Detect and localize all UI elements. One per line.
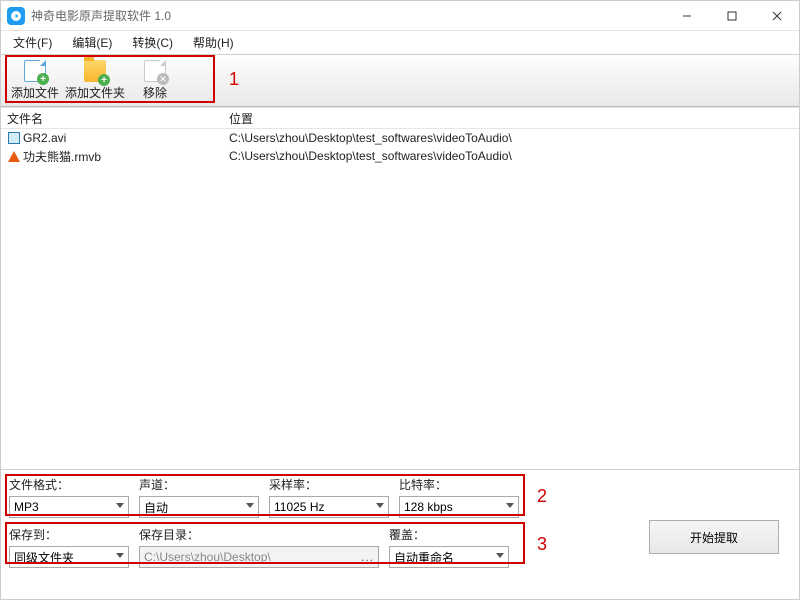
channel-label: 声道： xyxy=(139,476,259,493)
menu-file[interactable]: 文件(F) xyxy=(7,32,58,53)
samplerate-select[interactable]: 11025 Hz xyxy=(269,496,389,518)
format-label: 文件格式： xyxy=(9,476,129,493)
chevron-down-icon xyxy=(496,553,504,558)
toolbar: + 添加文件 + 添加文件夹 ✕ 移除 xyxy=(1,55,799,107)
saveto-select[interactable]: 同级文件夹 xyxy=(9,546,129,568)
table-row[interactable]: GR2.avi C:\Users\zhou\Desktop\test_softw… xyxy=(1,129,799,147)
window-title: 神奇电影原声提取软件 1.0 xyxy=(31,7,171,24)
col-filename[interactable]: 文件名 xyxy=(1,110,223,127)
folder-add-icon: + xyxy=(84,60,106,82)
savedir-input[interactable]: C:\Users\zhou\Desktop\... xyxy=(139,546,379,568)
bitrate-label: 比特率： xyxy=(399,476,519,493)
saveto-label: 保存到： xyxy=(9,526,129,543)
annotation-number-2: 2 xyxy=(537,486,547,507)
menu-help[interactable]: 帮助(H) xyxy=(187,32,240,53)
annotation-number-3: 3 xyxy=(537,534,547,555)
chevron-down-icon xyxy=(116,503,124,508)
file-add-icon: + xyxy=(24,60,46,82)
menu-edit[interactable]: 编辑(E) xyxy=(66,32,118,53)
add-folder-label: 添加文件夹 xyxy=(65,84,125,101)
start-extract-button[interactable]: 开始提取 xyxy=(649,520,779,554)
col-path[interactable]: 位置 xyxy=(223,110,799,127)
file-path: C:\Users\zhou\Desktop\test_softwares\vid… xyxy=(223,131,799,145)
add-file-label: 添加文件 xyxy=(11,84,59,101)
table-row[interactable]: 功夫熊猫.rmvb C:\Users\zhou\Desktop\test_sof… xyxy=(1,147,799,165)
chevron-down-icon xyxy=(246,503,254,508)
file-list: GR2.avi C:\Users\zhou\Desktop\test_softw… xyxy=(1,129,799,469)
chevron-down-icon xyxy=(506,503,514,508)
remove-label: 移除 xyxy=(143,84,167,101)
add-file-button[interactable]: + 添加文件 xyxy=(7,57,63,105)
annotation-number-1: 1 xyxy=(229,69,239,90)
settings-panel: 文件格式： MP3 声道： 自动 采样率： 11025 Hz 比特率： 128 … xyxy=(1,469,799,584)
chevron-down-icon xyxy=(116,553,124,558)
overwrite-label: 覆盖： xyxy=(389,526,509,543)
file-name: 功夫熊猫.rmvb xyxy=(23,148,101,165)
add-folder-button[interactable]: + 添加文件夹 xyxy=(63,57,127,105)
app-logo-icon xyxy=(7,7,25,25)
file-remove-icon: ✕ xyxy=(144,60,166,82)
channel-select[interactable]: 自动 xyxy=(139,496,259,518)
overwrite-select[interactable]: 自动重命名 xyxy=(389,546,509,568)
browse-icon[interactable]: ... xyxy=(361,550,374,564)
samplerate-label: 采样率： xyxy=(269,476,389,493)
file-name: GR2.avi xyxy=(23,131,66,145)
minimize-button[interactable] xyxy=(664,1,709,31)
format-select[interactable]: MP3 xyxy=(9,496,129,518)
chevron-down-icon xyxy=(376,503,384,508)
bitrate-select[interactable]: 128 kbps xyxy=(399,496,519,518)
remove-button[interactable]: ✕ 移除 xyxy=(127,57,183,105)
file-path: C:\Users\zhou\Desktop\test_softwares\vid… xyxy=(223,149,799,163)
menu-bar: 文件(F) 编辑(E) 转换(C) 帮助(H) xyxy=(1,31,799,55)
column-header: 文件名 位置 xyxy=(1,107,799,129)
savedir-label: 保存目录： xyxy=(139,526,379,543)
close-button[interactable] xyxy=(754,1,799,31)
vlc-file-icon xyxy=(7,149,21,163)
maximize-button[interactable] xyxy=(709,1,754,31)
avi-file-icon xyxy=(7,131,21,145)
menu-convert[interactable]: 转换(C) xyxy=(126,32,179,53)
